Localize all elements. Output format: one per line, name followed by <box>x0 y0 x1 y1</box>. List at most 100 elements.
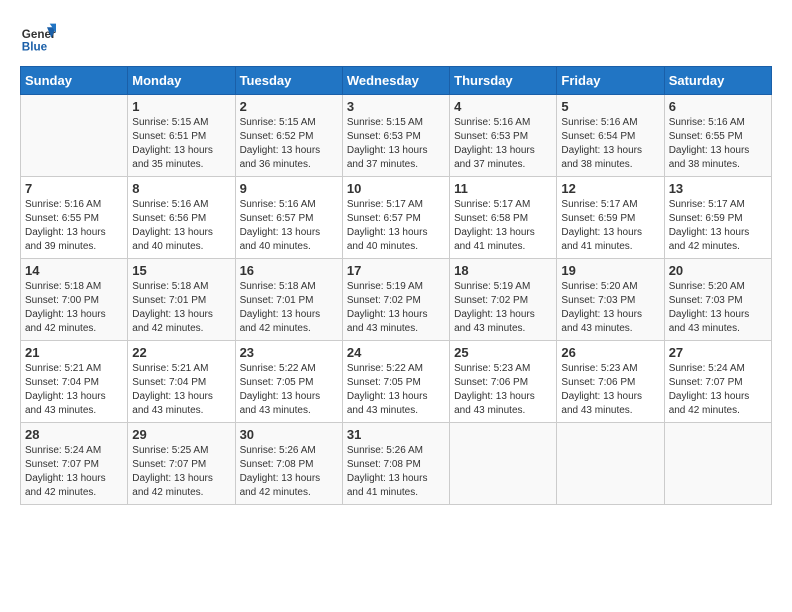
day-number: 8 <box>132 181 230 196</box>
day-cell: 31 Sunrise: 5:26 AMSunset: 7:08 PMDayligh… <box>342 423 449 505</box>
day-info: Sunrise: 5:26 AMSunset: 7:08 PMDaylight:… <box>347 444 445 500</box>
day-info: Sunrise: 5:15 AMSunset: 6:53 PMDaylight:… <box>347 116 445 172</box>
day-cell: 25Sunrise: 5:23 AMSunset: 7:06 PMDayligh… <box>450 341 557 423</box>
day-cell: 10 Sunrise: 5:17 AMSunset: 6:57 PMDayligh… <box>342 177 449 259</box>
day-cell: 2 Sunrise: 5:15 AMSunset: 6:52 PMDaylight… <box>235 95 342 177</box>
day-cell: 27 Sunrise: 5:24 AMSunset: 7:07 PMDayligh… <box>664 341 771 423</box>
day-number: 6 <box>669 99 767 114</box>
day-info: Sunrise: 5:20 AMSunset: 7:03 PMDaylight:… <box>561 280 659 336</box>
day-info: Sunrise: 5:18 AMSunset: 7:00 PMDaylight:… <box>25 280 123 336</box>
day-number: 1 <box>132 99 230 114</box>
day-info: Sunrise: 5:23 AMSunset: 7:06 PMDaylight:… <box>454 362 552 418</box>
page-header: General Blue <box>20 20 772 56</box>
day-cell: 4 Sunrise: 5:16 AMSunset: 6:53 PMDaylight… <box>450 95 557 177</box>
day-number: 27 <box>669 345 767 360</box>
day-info: Sunrise: 5:15 AMSunset: 6:51 PMDaylight:… <box>132 116 230 172</box>
day-number: 11 <box>454 181 552 196</box>
day-cell: 20 Sunrise: 5:20 AMSunset: 7:03 PMDayligh… <box>664 259 771 341</box>
header-day-friday: Friday <box>557 67 664 95</box>
day-number: 3 <box>347 99 445 114</box>
day-cell: 5 Sunrise: 5:16 AMSunset: 6:54 PMDaylight… <box>557 95 664 177</box>
day-cell: 6 Sunrise: 5:16 AMSunset: 6:55 PMDaylight… <box>664 95 771 177</box>
day-number: 26 <box>561 345 659 360</box>
day-info: Sunrise: 5:16 AMSunset: 6:55 PMDaylight:… <box>669 116 767 172</box>
day-cell: 11Sunrise: 5:17 AMSunset: 6:58 PMDayligh… <box>450 177 557 259</box>
day-info: Sunrise: 5:19 AMSunset: 7:02 PMDaylight:… <box>347 280 445 336</box>
day-number: 19 <box>561 263 659 278</box>
day-number: 13 <box>669 181 767 196</box>
day-cell: 19 Sunrise: 5:20 AMSunset: 7:03 PMDayligh… <box>557 259 664 341</box>
calendar-header: SundayMondayTuesdayWednesdayThursdayFrid… <box>21 67 772 95</box>
day-cell: 16Sunrise: 5:18 AMSunset: 7:01 PMDayligh… <box>235 259 342 341</box>
day-cell: 1 Sunrise: 5:15 AMSunset: 6:51 PMDaylight… <box>128 95 235 177</box>
logo-icon: General Blue <box>20 20 56 56</box>
day-info: Sunrise: 5:17 AMSunset: 6:57 PMDaylight:… <box>347 198 445 254</box>
day-info: Sunrise: 5:16 AMSunset: 6:54 PMDaylight:… <box>561 116 659 172</box>
day-info: Sunrise: 5:21 AMSunset: 7:04 PMDaylight:… <box>132 362 230 418</box>
day-number: 2 <box>240 99 338 114</box>
day-number: 20 <box>669 263 767 278</box>
day-number: 23 <box>240 345 338 360</box>
day-cell: 15 Sunrise: 5:18 AMSunset: 7:01 PMDayligh… <box>128 259 235 341</box>
day-info: Sunrise: 5:26 AMSunset: 7:08 PMDaylight:… <box>240 444 338 500</box>
week-row-5: 28Sunrise: 5:24 AMSunset: 7:07 PMDayligh… <box>21 423 772 505</box>
week-row-4: 21Sunrise: 5:21 AMSunset: 7:04 PMDayligh… <box>21 341 772 423</box>
day-cell: 12 Sunrise: 5:17 AMSunset: 6:59 PMDayligh… <box>557 177 664 259</box>
day-number: 4 <box>454 99 552 114</box>
calendar-table: SundayMondayTuesdayWednesdayThursdayFrid… <box>20 66 772 505</box>
day-info: Sunrise: 5:21 AMSunset: 7:04 PMDaylight:… <box>25 362 123 418</box>
day-number: 5 <box>561 99 659 114</box>
header-day-thursday: Thursday <box>450 67 557 95</box>
day-cell: 24 Sunrise: 5:22 AMSunset: 7:05 PMDayligh… <box>342 341 449 423</box>
day-number: 7 <box>25 181 123 196</box>
day-number: 17 <box>347 263 445 278</box>
logo: General Blue <box>20 20 60 56</box>
day-cell: 30 Sunrise: 5:26 AMSunset: 7:08 PMDayligh… <box>235 423 342 505</box>
day-number: 14 <box>25 263 123 278</box>
day-info: Sunrise: 5:18 AMSunset: 7:01 PMDaylight:… <box>132 280 230 336</box>
day-info: Sunrise: 5:16 AMSunset: 6:57 PMDaylight:… <box>240 198 338 254</box>
day-cell: 23 Sunrise: 5:22 AMSunset: 7:05 PMDayligh… <box>235 341 342 423</box>
svg-text:Blue: Blue <box>22 41 48 54</box>
day-info: Sunrise: 5:20 AMSunset: 7:03 PMDaylight:… <box>669 280 767 336</box>
header-day-monday: Monday <box>128 67 235 95</box>
day-cell: 21Sunrise: 5:21 AMSunset: 7:04 PMDayligh… <box>21 341 128 423</box>
day-info: Sunrise: 5:16 AMSunset: 6:53 PMDaylight:… <box>454 116 552 172</box>
day-info: Sunrise: 5:22 AMSunset: 7:05 PMDaylight:… <box>347 362 445 418</box>
day-cell: 9 Sunrise: 5:16 AMSunset: 6:57 PMDaylight… <box>235 177 342 259</box>
day-cell: 7 Sunrise: 5:16 AMSunset: 6:55 PMDaylight… <box>21 177 128 259</box>
day-info: Sunrise: 5:15 AMSunset: 6:52 PMDaylight:… <box>240 116 338 172</box>
header-day-sunday: Sunday <box>21 67 128 95</box>
day-info: Sunrise: 5:18 AMSunset: 7:01 PMDaylight:… <box>240 280 338 336</box>
header-row: SundayMondayTuesdayWednesdayThursdayFrid… <box>21 67 772 95</box>
week-row-1: 1 Sunrise: 5:15 AMSunset: 6:51 PMDaylight… <box>21 95 772 177</box>
header-day-wednesday: Wednesday <box>342 67 449 95</box>
day-info: Sunrise: 5:23 AMSunset: 7:06 PMDaylight:… <box>561 362 659 418</box>
day-number: 10 <box>347 181 445 196</box>
day-cell: 3 Sunrise: 5:15 AMSunset: 6:53 PMDaylight… <box>342 95 449 177</box>
day-cell <box>557 423 664 505</box>
day-number: 22 <box>132 345 230 360</box>
day-info: Sunrise: 5:24 AMSunset: 7:07 PMDaylight:… <box>25 444 123 500</box>
day-number: 12 <box>561 181 659 196</box>
calendar-body: 1 Sunrise: 5:15 AMSunset: 6:51 PMDaylight… <box>21 95 772 505</box>
day-cell: 18Sunrise: 5:19 AMSunset: 7:02 PMDayligh… <box>450 259 557 341</box>
day-info: Sunrise: 5:17 AMSunset: 6:59 PMDaylight:… <box>561 198 659 254</box>
day-info: Sunrise: 5:22 AMSunset: 7:05 PMDaylight:… <box>240 362 338 418</box>
day-number: 30 <box>240 427 338 442</box>
day-cell <box>450 423 557 505</box>
day-cell: 26 Sunrise: 5:23 AMSunset: 7:06 PMDayligh… <box>557 341 664 423</box>
day-cell: 13 Sunrise: 5:17 AMSunset: 6:59 PMDayligh… <box>664 177 771 259</box>
day-info: Sunrise: 5:17 AMSunset: 6:59 PMDaylight:… <box>669 198 767 254</box>
day-number: 9 <box>240 181 338 196</box>
day-number: 15 <box>132 263 230 278</box>
day-cell: 28Sunrise: 5:24 AMSunset: 7:07 PMDayligh… <box>21 423 128 505</box>
day-cell: 29Sunrise: 5:25 AMSunset: 7:07 PMDayligh… <box>128 423 235 505</box>
day-cell: 14 Sunrise: 5:18 AMSunset: 7:00 PMDayligh… <box>21 259 128 341</box>
day-number: 24 <box>347 345 445 360</box>
day-cell <box>664 423 771 505</box>
day-number: 31 <box>347 427 445 442</box>
day-info: Sunrise: 5:24 AMSunset: 7:07 PMDaylight:… <box>669 362 767 418</box>
header-day-tuesday: Tuesday <box>235 67 342 95</box>
day-info: Sunrise: 5:16 AMSunset: 6:55 PMDaylight:… <box>25 198 123 254</box>
